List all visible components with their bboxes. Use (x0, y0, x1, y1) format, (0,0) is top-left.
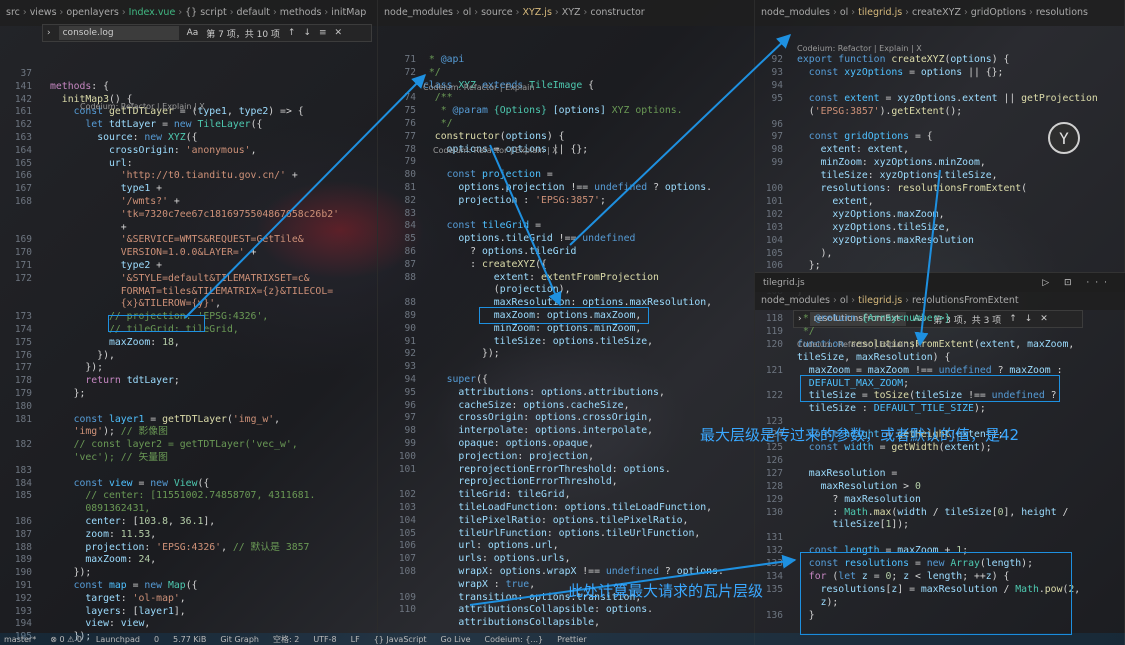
status-item[interactable]: Go Live (441, 635, 471, 644)
arrow-1 (184, 74, 426, 319)
status-item[interactable]: 0 (154, 635, 159, 644)
arrow-4 (914, 169, 941, 347)
status-item[interactable]: {} JavaScript (374, 635, 427, 644)
annotation-arrows (184, 34, 941, 606)
status-item[interactable]: Git Graph (220, 635, 259, 644)
status-item[interactable]: 5.77 KiB (173, 635, 206, 644)
status-bar[interactable]: master* ⊗ 0 ⚠ 0 Launchpad 0 5.77 KiB Git Grap… (0, 633, 1125, 645)
status-item[interactable]: ⊗ 0 ⚠ 0 (50, 635, 82, 644)
status-item[interactable]: master* (4, 635, 36, 644)
annotation-max-zoom-note: 最大层级是传过来的参数，或者默认的值，是42 (700, 426, 1020, 444)
status-item[interactable]: Launchpad (96, 635, 140, 644)
arrow-3 (569, 34, 792, 246)
status-item[interactable]: UTF-8 (313, 635, 336, 644)
status-item[interactable]: Prettier (557, 635, 586, 644)
status-item[interactable]: 空格: 2 (273, 634, 299, 645)
annotation-calc-note: 此处计算最大请求的瓦片层级 (568, 582, 764, 600)
arrow-2 (489, 144, 562, 307)
status-item[interactable]: Codeium: {...} (485, 635, 544, 644)
status-item[interactable]: LF (351, 635, 360, 644)
